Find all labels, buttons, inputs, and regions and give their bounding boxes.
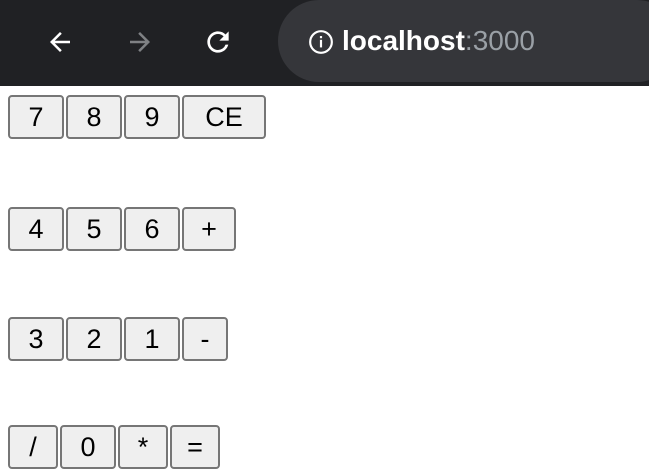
- browser-toolbar: localhost:3000: [0, 0, 649, 86]
- url-text[interactable]: localhost:3000: [342, 24, 535, 58]
- key-4-button[interactable]: 4: [8, 207, 64, 251]
- forward-button[interactable]: [118, 20, 162, 64]
- reload-button[interactable]: [196, 20, 240, 64]
- key-5-button[interactable]: 5: [66, 207, 122, 251]
- equals-button[interactable]: =: [170, 425, 220, 469]
- subtract-button[interactable]: -: [182, 317, 228, 361]
- key-0-button[interactable]: 0: [60, 425, 116, 469]
- calculator-row-2: 4 5 6 +: [8, 207, 238, 251]
- divide-button[interactable]: /: [8, 425, 58, 469]
- add-button[interactable]: +: [182, 207, 236, 251]
- key-9-button[interactable]: 9: [124, 95, 180, 139]
- url-port: :3000: [464, 25, 535, 56]
- key-6-button[interactable]: 6: [124, 207, 180, 251]
- key-2-button[interactable]: 2: [66, 317, 122, 361]
- address-bar[interactable]: localhost:3000: [278, 0, 649, 82]
- calculator-row-3: 3 2 1 -: [8, 317, 230, 361]
- multiply-button[interactable]: *: [118, 425, 168, 469]
- url-host: localhost: [342, 25, 465, 56]
- key-8-button[interactable]: 8: [66, 95, 122, 139]
- back-arrow-icon: [50, 32, 70, 52]
- key-1-button[interactable]: 1: [124, 317, 180, 361]
- info-icon[interactable]: [308, 29, 334, 55]
- clear-entry-button[interactable]: CE: [182, 95, 266, 139]
- key-3-button[interactable]: 3: [8, 317, 64, 361]
- forward-arrow-icon: [130, 32, 150, 52]
- back-button[interactable]: [38, 20, 82, 64]
- reload-icon: [207, 31, 229, 53]
- key-7-button[interactable]: 7: [8, 95, 64, 139]
- calculator-row-1: 7 8 9 CE: [8, 95, 268, 139]
- calculator-row-4: / 0 * =: [8, 425, 222, 469]
